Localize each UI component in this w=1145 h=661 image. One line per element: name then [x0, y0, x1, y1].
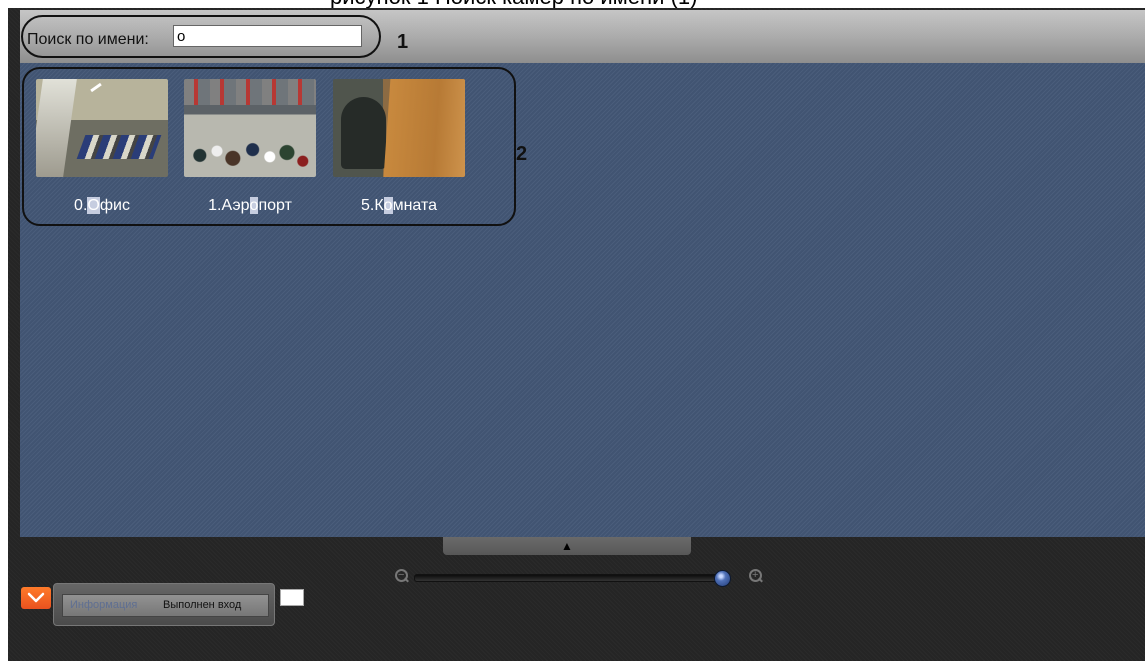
camera-tile-airport[interactable]: 1.Аэропорт — [184, 79, 316, 214]
information-tab-label[interactable]: Информация — [70, 595, 137, 616]
search-match-highlight: о — [383, 197, 393, 214]
login-status-message: Выполнен вход — [163, 599, 242, 611]
camera-name-search-input[interactable] — [173, 25, 362, 47]
camera-glint-icon — [90, 82, 102, 93]
zoom-control[interactable]: − + — [394, 566, 770, 588]
camera-name-airport[interactable]: 1.Аэропорт — [174, 197, 326, 215]
camera-name-remainder: фис — [99, 197, 130, 214]
camera-tile-office[interactable]: 0.Офис — [36, 79, 168, 214]
airport-camera-thumbnail[interactable] — [184, 79, 316, 177]
camera-tile-room[interactable]: 5.Комната — [333, 79, 465, 214]
zoom-out-icon[interactable]: − — [394, 568, 410, 584]
zoom-in-icon[interactable]: + — [748, 568, 764, 584]
information-panel: Информация Выполнен вход — [53, 583, 275, 626]
triangle-up-icon: ▲ — [561, 539, 573, 553]
camera-number-prefix: 5.К — [360, 197, 384, 214]
room-camera-thumbnail[interactable] — [333, 79, 465, 177]
zoom-slider-thumb[interactable] — [714, 570, 731, 587]
search-match-highlight: О — [87, 197, 100, 214]
ui-screenshot-root: рисунок 1 Поиск камер по имени (1) Поиск… — [0, 0, 1145, 661]
information-message-box: Информация Выполнен вход — [62, 594, 269, 617]
camera-number-prefix: 0. — [74, 197, 88, 214]
info-toggle-button[interactable] — [21, 587, 51, 609]
office-camera-thumbnail[interactable] — [36, 79, 168, 177]
zoom-slider[interactable] — [414, 570, 731, 587]
chevron-down-icon — [27, 592, 45, 603]
camera-number-prefix: 1.Аэр — [208, 197, 250, 214]
camera-name-room[interactable]: 5.Комната — [323, 197, 475, 215]
camera-results-annotation-number: 2 — [516, 143, 528, 165]
status-indicator — [280, 589, 304, 606]
collapse-panel-button[interactable]: ▲ — [443, 537, 691, 555]
search-label: Поиск по имени: — [27, 31, 149, 48]
search-annotation-number: 1 — [397, 31, 409, 53]
camera-name-office[interactable]: 0.Офис — [26, 197, 178, 215]
camera-name-remainder: порт — [258, 197, 292, 214]
top-cropped-caption: рисунок 1 Поиск камер по имени (1) — [330, 0, 810, 8]
camera-name-remainder: мната — [392, 197, 437, 214]
